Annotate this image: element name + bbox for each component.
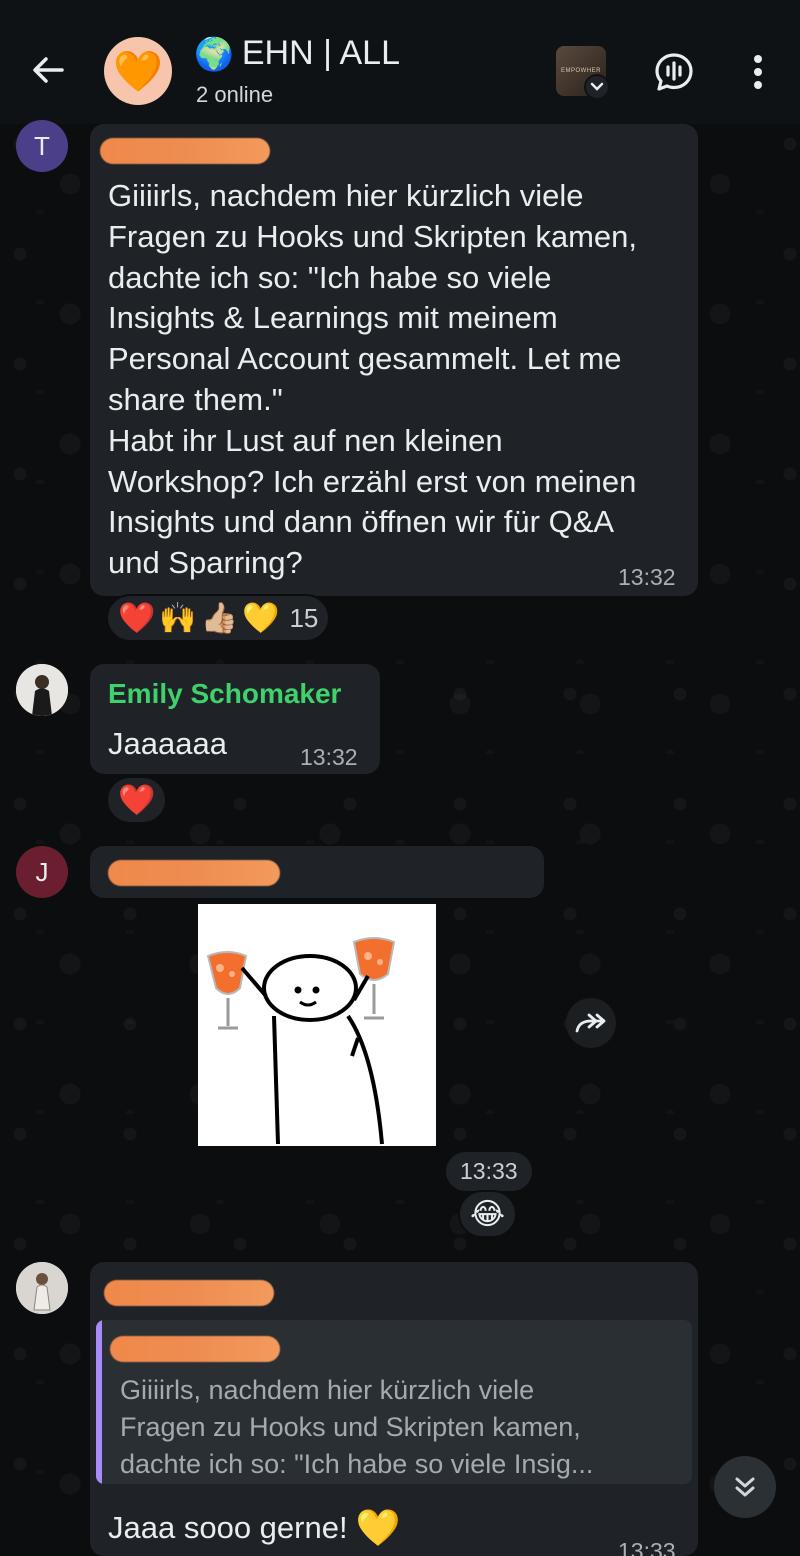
profile-photo-icon [16,1262,68,1314]
message-bubble[interactable]: Emily Schomaker Jaaaaaa 13:32 [90,664,380,774]
sender-avatar[interactable] [16,1262,68,1314]
redacted-quoted-sender [110,1336,280,1362]
message-reactions[interactable]: ❤️ 🙌 👍🏼 💛 15 [106,594,331,642]
redacted-sender-name [104,1280,274,1306]
redacted-sender-name [108,860,280,886]
scroll-to-bottom-button[interactable] [714,1456,776,1518]
group-avatar[interactable]: 🧡 [104,37,172,105]
message-text: Giiiirls, nachdem hier kürzlich viele Fr… [108,178,637,581]
message-time: 13:32 [300,744,358,770]
message-text-row: Jaaa sooo gerne! 💛 [108,1507,401,1549]
reaction-count: 15 [289,602,319,633]
message-reactions[interactable]: ❤️ [106,776,168,824]
avatar-initial: J [35,856,49,887]
forward-icon [575,1013,606,1033]
quoted-message[interactable]: Giiiirls, nachdem hier kürzlich viele Fr… [96,1320,692,1484]
sender-name[interactable]: Emily Schomaker [108,678,341,710]
thumbs-up-icon: 👍🏼 [200,601,239,635]
kebab-menu-icon [754,55,762,89]
back-button[interactable] [28,50,68,90]
sender-avatar[interactable]: J [16,846,68,898]
voice-chat-icon [655,53,693,91]
message-time: 13:33 [446,1152,532,1191]
more-options-button[interactable] [744,50,772,94]
message-bubble[interactable]: Giiiirls, nachdem hier kürzlich viele Fr… [90,124,698,596]
sender-avatar[interactable]: T [16,120,68,172]
sender-header-bubble [90,846,544,898]
group-name: EHN | ALL [241,34,400,72]
sticker-image[interactable] [198,904,436,1146]
arrow-left-icon [33,57,64,83]
red-heart-icon: ❤️ [118,601,156,635]
yellow-heart-icon: 💛 [242,601,280,635]
sender-avatar[interactable] [16,664,68,716]
message-time: 13:33 [618,1538,676,1556]
red-heart-icon: ❤️ [118,783,156,817]
raising-hands-icon: 🙌 [159,601,197,635]
quote-accent-bar [96,1320,102,1484]
yellow-heart-icon: 💛 [355,1507,401,1548]
globe-icon: 🌍 [194,35,234,72]
message-text: Jaaaaaa [108,726,227,761]
cheers-sticker-icon [206,937,396,1145]
message-time: 13:32 [618,564,676,590]
avatar-initial: T [34,130,50,161]
laughing-tears-icon: 😂 [470,1197,506,1231]
orange-heart-icon: 🧡 [113,49,163,94]
group-title[interactable]: 🌍 EHN | ALL [194,34,400,73]
double-chevron-down-icon [735,1477,755,1497]
message-text: Jaaa sooo gerne! [108,1510,348,1545]
quoted-text: Giiiirls, nachdem hier kürzlich viele Fr… [120,1375,594,1479]
chevron-down-icon[interactable] [584,74,610,100]
voice-chat-button[interactable] [652,50,696,94]
online-status: 2 online [196,82,274,107]
forward-button[interactable] [566,998,616,1048]
message-reactions[interactable]: 😂 [458,1190,518,1238]
profile-photo-icon [16,664,68,716]
chat-header: 🧡 🌍 EHN | ALL 2 online EMPOWHER [0,0,800,124]
redacted-sender-name [100,138,270,164]
message-bubble[interactable]: Giiiirls, nachdem hier kürzlich viele Fr… [90,1262,698,1556]
